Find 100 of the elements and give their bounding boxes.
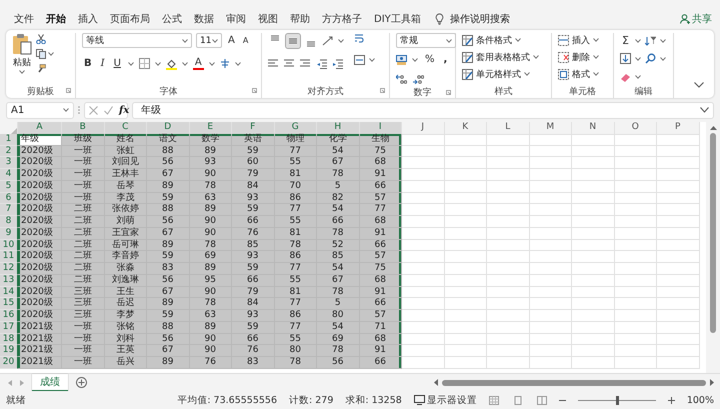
formula-input[interactable]: 年级 [132, 102, 714, 118]
caret-icon[interactable] [128, 62, 134, 66]
monitor-icon[interactable] [414, 395, 425, 405]
menu-tab[interactable]: 帮助 [284, 12, 316, 26]
row-header[interactable]: 4 [0, 169, 18, 181]
row-header[interactable]: 2 [0, 146, 18, 158]
row-header[interactable]: 16 [0, 310, 18, 322]
caret-icon[interactable] [660, 56, 666, 60]
scissors-icon[interactable] [36, 34, 46, 44]
conditional-format-icon[interactable] [462, 34, 473, 46]
row-header[interactable]: 19 [0, 345, 18, 357]
share-button[interactable]: 共享 [692, 12, 712, 26]
zoom-in-icon[interactable] [668, 396, 675, 404]
font-name-dropdown[interactable]: 等线 [82, 33, 192, 48]
expand-icon[interactable] [700, 107, 709, 113]
align-center-icon[interactable] [284, 58, 295, 68]
align-right-icon[interactable] [300, 58, 311, 68]
font-color-button[interactable]: A [192, 58, 204, 70]
caret-icon[interactable] [635, 56, 641, 60]
caret-icon[interactable] [154, 62, 161, 66]
menu-tab[interactable]: 页面布局 [104, 12, 156, 26]
borders-icon[interactable] [138, 58, 150, 69]
caret-icon[interactable] [338, 39, 344, 43]
caret-icon[interactable] [634, 38, 641, 42]
insert-cells-icon[interactable] [558, 34, 569, 46]
lightbulb-icon[interactable] [434, 13, 444, 25]
bold-button[interactable]: B [82, 58, 94, 69]
page-break-view-icon[interactable] [536, 396, 547, 404]
merge-cells-icon[interactable] [354, 54, 365, 64]
menu-tab[interactable]: 公式 [156, 12, 188, 26]
paste-button[interactable]: 粘贴 [13, 56, 31, 69]
scrollbar-thumb[interactable] [710, 133, 716, 333]
slider-thumb[interactable] [616, 396, 619, 404]
fill-down-icon[interactable] [620, 53, 631, 64]
caret-icon[interactable] [19, 70, 25, 74]
orientation-icon[interactable] [322, 36, 334, 46]
decrease-font-button[interactable]: A [240, 36, 250, 45]
row-header[interactable]: 11 [0, 251, 18, 263]
column-header[interactable]: J [402, 122, 444, 135]
column-header[interactable]: O [614, 122, 657, 135]
caret-icon[interactable] [660, 38, 666, 42]
collapse-ribbon-icon[interactable] [694, 82, 704, 88]
sheet-tab[interactable]: 成绩 [32, 374, 68, 392]
increase-font-button[interactable]: A [226, 35, 237, 46]
menu-tab[interactable]: 插入 [72, 12, 104, 26]
dialog-launcher-icon[interactable] [380, 88, 385, 93]
column-header[interactable]: B [62, 122, 104, 135]
column-header[interactable]: C [104, 122, 147, 135]
caret-icon[interactable] [212, 38, 218, 42]
menu-tab[interactable]: 文件 [8, 12, 40, 26]
row-header[interactable]: 1 [0, 134, 18, 146]
menu-tab[interactable]: 开始 [40, 12, 72, 26]
column-header[interactable]: I [360, 122, 402, 135]
caret-icon[interactable] [593, 55, 599, 59]
cell-styles-icon[interactable] [462, 68, 473, 80]
ribbon-button[interactable]: 删除 [572, 50, 590, 64]
decrease-indent-icon[interactable] [316, 58, 327, 68]
ribbon-button[interactable]: 单元格样式 [476, 68, 521, 80]
dialog-launcher-icon[interactable] [446, 90, 451, 95]
person-icon[interactable] [680, 14, 690, 24]
add-sheet-icon[interactable] [76, 377, 87, 388]
row-header[interactable]: 7 [0, 204, 18, 216]
column-header[interactable]: F [232, 122, 274, 135]
column-header[interactable]: P [657, 122, 700, 135]
row-header[interactable]: 6 [0, 192, 18, 204]
decrease-decimal-icon[interactable] [413, 74, 424, 84]
menu-tab[interactable]: 方方格子 [316, 12, 368, 26]
caret-icon[interactable] [515, 38, 521, 42]
row-header[interactable]: 8 [0, 216, 18, 228]
dialog-launcher-icon[interactable] [252, 88, 257, 93]
column-header[interactable]: A [18, 122, 62, 135]
table-format-icon[interactable] [462, 52, 473, 62]
phonetic-icon[interactable] [220, 58, 230, 69]
italic-button[interactable]: I [98, 58, 107, 69]
scroll-right-icon[interactable] [710, 379, 714, 386]
row-header[interactable]: 14 [0, 286, 18, 298]
row-header[interactable]: 17 [0, 322, 18, 334]
dialog-launcher-icon[interactable] [66, 88, 71, 93]
ribbon-button[interactable]: 插入 [572, 34, 590, 46]
clipboard-icon[interactable] [12, 33, 32, 55]
underline-button[interactable]: U [112, 58, 123, 69]
row-header[interactable]: 5 [0, 180, 18, 192]
copy-icon[interactable] [36, 49, 46, 59]
caret-icon[interactable] [412, 58, 418, 62]
fill-color-icon[interactable] [166, 58, 177, 70]
ribbon-button[interactable]: 条件格式 [476, 34, 512, 46]
comma-button[interactable]: , [442, 54, 450, 65]
sort-filter-icon[interactable] [644, 36, 656, 46]
caret-icon[interactable] [63, 108, 69, 112]
insert-function-button[interactable]: fx [119, 104, 130, 116]
search-icon[interactable] [645, 53, 656, 64]
display-settings-button[interactable]: 显示器设置 [426, 394, 477, 406]
name-box[interactable]: A1 [6, 102, 74, 118]
row-header[interactable]: 12 [0, 263, 18, 275]
menu-tab[interactable]: 审阅 [220, 12, 252, 26]
menu-tab[interactable]: 数据 [188, 12, 220, 26]
ribbon-button[interactable]: 套用表格格式 [476, 50, 530, 64]
caret-icon[interactable] [208, 62, 215, 66]
caret-icon[interactable] [446, 38, 452, 42]
eraser-icon[interactable] [620, 72, 631, 82]
